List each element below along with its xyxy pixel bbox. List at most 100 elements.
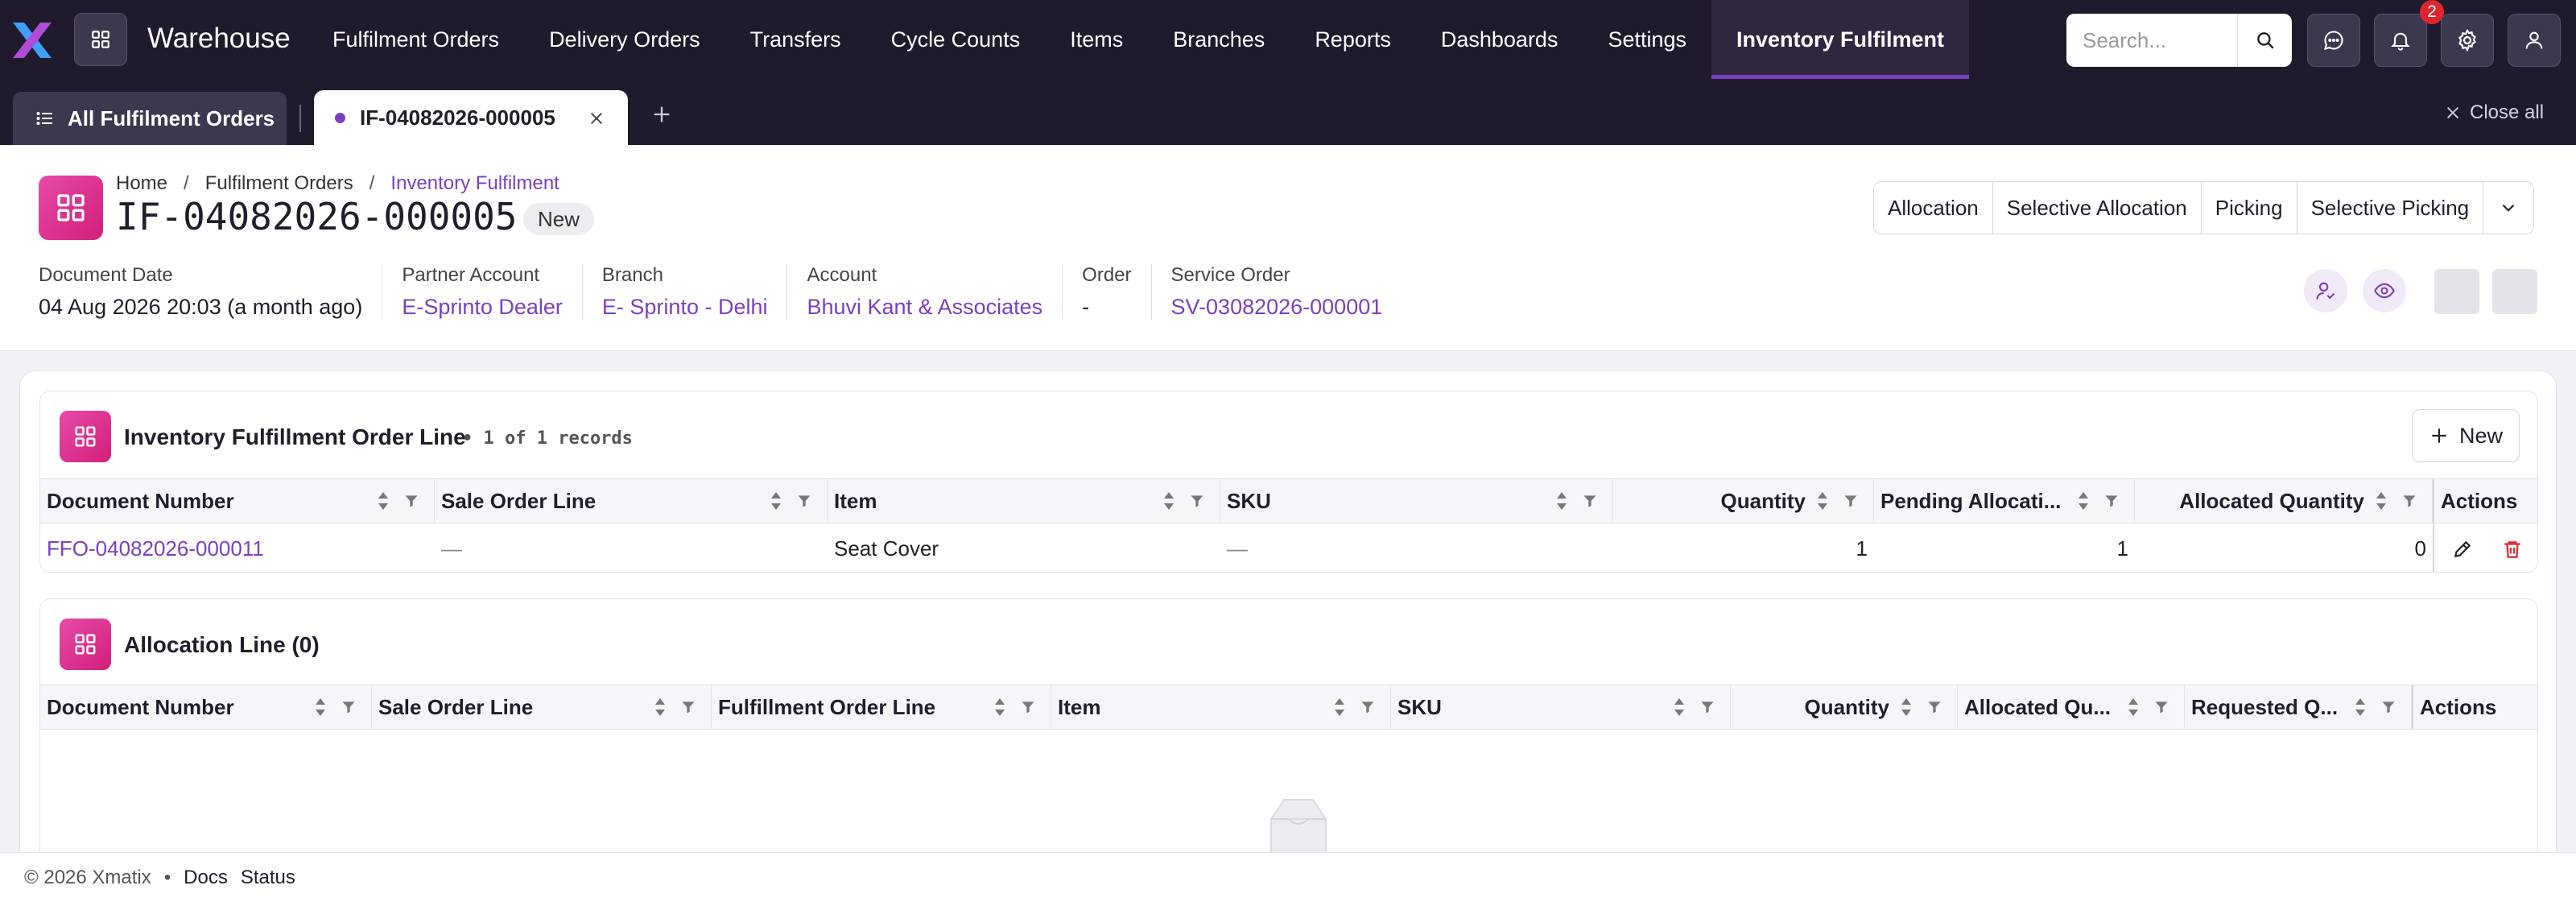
sort-icon[interactable] — [770, 490, 782, 511]
pending-allocation-cell: 1 — [2116, 536, 2128, 561]
tab-all-fulfilment-orders[interactable]: All Fulfilment Orders — [13, 92, 287, 145]
add-tab-icon[interactable] — [650, 103, 673, 126]
sort-icon[interactable] — [378, 490, 389, 511]
user-profile-button[interactable] — [2508, 14, 2561, 67]
filter-icon[interactable] — [1360, 699, 1376, 715]
sort-icon[interactable] — [1334, 697, 1345, 718]
column-header[interactable]: Allocated Quantity — [2135, 479, 2433, 523]
sort-icon[interactable] — [1674, 697, 1685, 718]
assign-user-button[interactable] — [2304, 269, 2347, 312]
filter-icon[interactable] — [2401, 493, 2417, 509]
nav-dashboards[interactable]: Dashboards — [1416, 0, 1583, 79]
status-link[interactable]: Status — [241, 867, 295, 889]
edit-icon[interactable] — [2452, 539, 2473, 560]
sort-icon[interactable] — [2128, 697, 2139, 718]
placeholder-button[interactable] — [2492, 269, 2537, 314]
column-header[interactable]: Quantity — [1731, 685, 1958, 729]
column-label: Document Number — [47, 488, 234, 513]
nav-inventory-fulfilment[interactable]: Inventory Fulfilment — [1711, 0, 1970, 79]
partner-account-link[interactable]: E-Sprinto Dealer — [402, 295, 563, 320]
column-header[interactable]: SKU — [1391, 685, 1731, 729]
account-link[interactable]: Bhuvi Kant & Associates — [807, 295, 1042, 320]
nav-reports[interactable]: Reports — [1290, 0, 1416, 79]
docs-link[interactable]: Docs — [184, 867, 228, 889]
nav-branches[interactable]: Branches — [1148, 0, 1290, 79]
column-header[interactable]: Item — [828, 479, 1220, 523]
sort-icon[interactable] — [315, 697, 326, 718]
column-label: SKU — [1227, 488, 1271, 513]
service-order-link[interactable]: SV-03082026-000001 — [1171, 295, 1383, 320]
column-header[interactable]: Requested Q... — [2185, 685, 2412, 729]
nav-fulfilment-orders[interactable]: Fulfilment Orders — [308, 0, 524, 79]
allocated-quantity-cell: 0 — [2414, 536, 2426, 561]
sku-cell: — — [1227, 536, 1248, 561]
filter-icon[interactable] — [1020, 699, 1036, 715]
column-header[interactable]: SKU — [1220, 479, 1613, 523]
column-header[interactable]: Item — [1051, 685, 1391, 729]
document-number-link[interactable]: FFO-04082026-000011 — [40, 523, 435, 572]
sort-icon[interactable] — [2355, 697, 2366, 718]
column-header[interactable]: Document Number — [40, 479, 435, 523]
sort-icon[interactable] — [1901, 697, 1912, 718]
placeholder-button[interactable] — [2434, 269, 2479, 314]
chat-button[interactable] — [2307, 14, 2360, 67]
filter-icon[interactable] — [1582, 493, 1598, 509]
nav-settings[interactable]: Settings — [1583, 0, 1711, 79]
selective-picking-button[interactable]: Selective Picking — [2297, 182, 2484, 234]
nav-cycle-counts[interactable]: Cycle Counts — [866, 0, 1046, 79]
filter-icon[interactable] — [796, 493, 812, 509]
grid-icon — [92, 31, 109, 48]
filter-icon[interactable] — [1699, 699, 1715, 715]
selective-allocation-button[interactable]: Selective Allocation — [1993, 182, 2202, 234]
filter-icon[interactable] — [403, 493, 419, 509]
sort-icon[interactable] — [994, 697, 1005, 718]
branch-link[interactable]: E- Sprinto - Delhi — [602, 295, 768, 320]
filter-icon[interactable] — [2153, 699, 2169, 715]
new-line-button[interactable]: New — [2411, 409, 2520, 462]
page-title: IF-04082026-000005 — [116, 195, 518, 238]
nav-transfers[interactable]: Transfers — [725, 0, 866, 79]
picking-button[interactable]: Picking — [2202, 182, 2297, 234]
notifications-button[interactable] — [2374, 14, 2427, 67]
column-header[interactable]: Pending Allocati... — [1874, 479, 2135, 523]
close-tab-icon[interactable] — [588, 110, 605, 127]
close-all-tabs-button[interactable]: Close all — [2444, 101, 2544, 124]
column-header-actions: Actions — [2433, 479, 2537, 523]
nav-items[interactable]: Items — [1045, 0, 1148, 79]
sort-icon[interactable] — [1163, 490, 1174, 511]
app-switcher-button[interactable] — [74, 13, 127, 66]
filter-icon[interactable] — [2103, 493, 2120, 509]
xmatix-logo-icon[interactable] — [11, 21, 53, 60]
column-header[interactable]: Quantity — [1613, 479, 1874, 523]
plus-icon — [2432, 428, 2446, 443]
filter-icon[interactable] — [680, 699, 696, 715]
nav-delivery-orders[interactable]: Delivery Orders — [524, 0, 725, 79]
breadcrumb-fulfilment-orders[interactable]: Fulfilment Orders — [205, 172, 353, 195]
filter-icon[interactable] — [341, 699, 357, 715]
sort-icon[interactable] — [2376, 490, 2387, 511]
watch-button[interactable] — [2363, 269, 2406, 312]
column-header[interactable]: Sale Order Line — [435, 479, 828, 523]
sort-icon[interactable] — [2078, 490, 2089, 511]
tab-current-document[interactable]: IF-04082026-000005 — [314, 90, 628, 145]
column-label: Quantity — [1804, 694, 1889, 719]
sort-icon[interactable] — [654, 697, 666, 718]
filter-icon[interactable] — [1926, 699, 1942, 715]
filter-icon[interactable] — [1843, 493, 1859, 509]
column-header[interactable]: Fulfillment Order Line — [712, 685, 1051, 729]
allocation-button[interactable]: Allocation — [1874, 182, 1993, 234]
sort-icon[interactable] — [1817, 490, 1828, 511]
delete-icon[interactable] — [2502, 539, 2523, 560]
column-header[interactable]: Document Number — [40, 685, 372, 729]
search-input[interactable] — [2066, 14, 2237, 67]
more-actions-button[interactable] — [2483, 182, 2533, 234]
sort-icon[interactable] — [1556, 490, 1567, 511]
filter-icon[interactable] — [2380, 699, 2396, 715]
top-navigation-bar: Warehouse Fulfilment Orders Delivery Ord… — [0, 0, 2576, 79]
column-header[interactable]: Allocated Qu... — [1958, 685, 2185, 729]
settings-button[interactable] — [2441, 14, 2494, 67]
column-header[interactable]: Sale Order Line — [372, 685, 712, 729]
search-button[interactable] — [2237, 14, 2292, 67]
filter-icon[interactable] — [1189, 493, 1205, 509]
breadcrumb-home[interactable]: Home — [116, 172, 167, 195]
